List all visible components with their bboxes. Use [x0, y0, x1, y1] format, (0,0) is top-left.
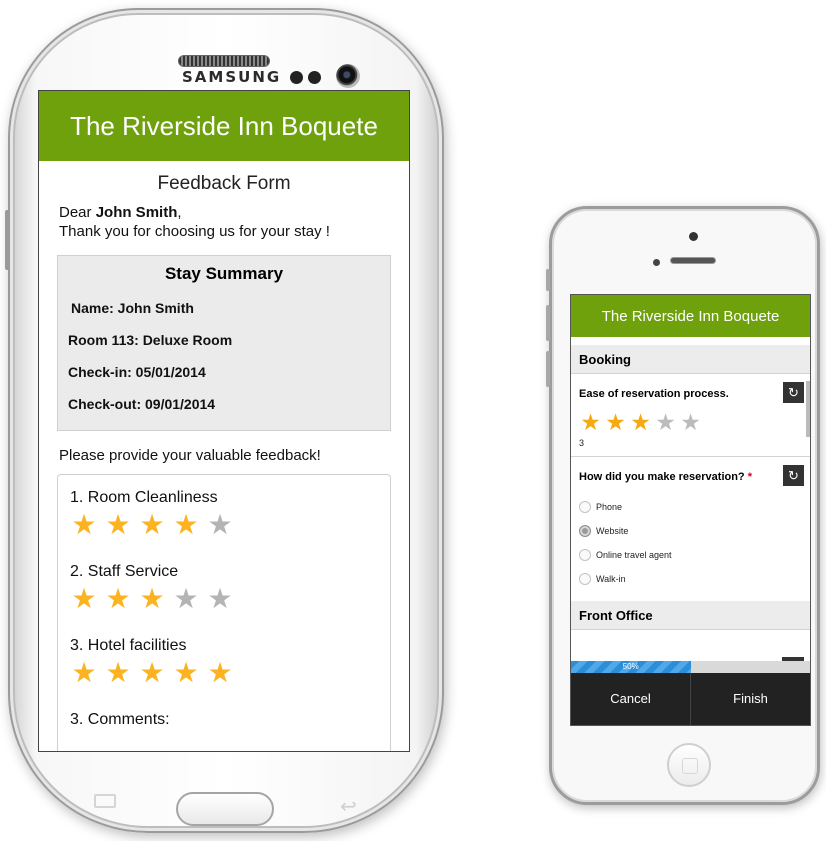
- question-hotel-facilities: 3. Hotel facilities: [70, 637, 187, 654]
- greeting: Dear John Smith, Thank you for choosing …: [59, 203, 409, 241]
- front-camera: [336, 64, 360, 88]
- star-rating[interactable]: ★ ★ ★ ★ ★: [579, 411, 802, 434]
- rating-value: 3: [579, 438, 585, 448]
- star-icon[interactable]: ★: [205, 585, 235, 613]
- question-room-cleanliness: 1. Room Cleanliness: [70, 489, 218, 506]
- radio-phone[interactable]: Phone: [579, 495, 802, 519]
- comments-label: 3. Comments:: [70, 711, 170, 728]
- question-title: How did you make reservation? *: [579, 457, 802, 483]
- samsung-logo: SAMSUNG: [182, 68, 282, 86]
- sensor-dot: [653, 259, 660, 266]
- star-icon[interactable]: ★: [69, 585, 99, 613]
- star-icon[interactable]: ★: [137, 659, 167, 687]
- star-icon[interactable]: ★: [205, 511, 235, 539]
- required-mark: *: [747, 471, 752, 483]
- volume-down-button: [546, 351, 550, 387]
- radio-circle-selected: [579, 525, 591, 537]
- home-button[interactable]: [667, 743, 711, 787]
- cancel-button[interactable]: Cancel: [571, 673, 691, 725]
- star-icon[interactable]: ★: [171, 585, 201, 613]
- earpiece-speaker: [670, 257, 716, 264]
- star-icon[interactable]: ★: [654, 411, 677, 434]
- star-icon[interactable]: ★: [69, 511, 99, 539]
- progress-fill: 50%: [571, 661, 691, 673]
- samsung-screen: The Riverside Inn Boquete Feedback Form …: [38, 90, 410, 752]
- summary-name: Name: John Smith: [71, 300, 194, 316]
- star-icon[interactable]: ★: [171, 659, 201, 687]
- sensor-dot: [290, 71, 303, 84]
- radio-website[interactable]: Website: [579, 519, 802, 543]
- app-title: The Riverside Inn Boquete: [601, 307, 780, 325]
- question-ease-of-reservation: Ease of reservation process. ↻ ★ ★ ★ ★ ★ 3: [571, 374, 810, 456]
- star-icon[interactable]: ★: [679, 411, 702, 434]
- question-title-text: How did you make reservation?: [579, 471, 745, 483]
- stay-summary: Stay Summary Name: John Smith Room 113: …: [57, 255, 391, 431]
- summary-checkout: Check-out: 09/01/2014: [68, 396, 216, 412]
- mute-switch: [546, 269, 550, 291]
- summary-checkin: Check-in: 05/01/2014: [68, 364, 206, 380]
- earpiece-speaker: [178, 55, 270, 67]
- star-icon[interactable]: ★: [103, 511, 133, 539]
- radio-label: Phone: [596, 502, 623, 512]
- greeting-prefix: Dear: [59, 204, 96, 221]
- front-camera: [689, 232, 698, 241]
- samsung-phone: SAMSUNG The Riverside Inn Boquete Feedba…: [5, 8, 444, 833]
- question-title: Ease of reservation process.: [579, 388, 729, 400]
- form-title: Feedback Form: [157, 173, 291, 194]
- radio-circle: [579, 501, 591, 513]
- greeting-suffix: ,: [177, 204, 182, 221]
- star-icon[interactable]: ★: [579, 411, 602, 434]
- radio-online-travel-agent[interactable]: Online travel agent: [579, 543, 802, 567]
- radio-label: Walk-in: [596, 574, 626, 584]
- star-icon[interactable]: ★: [137, 511, 167, 539]
- star-icon[interactable]: ★: [604, 411, 627, 434]
- guest-name: John Smith: [95, 204, 178, 221]
- app-title: The Riverside Inn Boquete: [70, 110, 378, 141]
- star-icon[interactable]: ★: [137, 585, 167, 613]
- radio-walk-in[interactable]: Walk-in: [579, 567, 802, 591]
- back-key-icon[interactable]: ↩: [340, 794, 357, 819]
- thank-you-text: Thank you for choosing us for your stay …: [59, 223, 330, 240]
- star-rating[interactable]: ★ ★ ★ ★ ★: [69, 511, 378, 539]
- volume-button: [5, 210, 10, 270]
- star-icon[interactable]: ★: [205, 659, 235, 687]
- progress-bar: 50%: [571, 657, 810, 673]
- ratings-box: 1. Room Cleanliness ★ ★ ★ ★ ★ 2. Staff Servi…: [57, 474, 391, 751]
- iphone-screen: The Riverside Inn Boquete Booking Ease o…: [570, 294, 811, 726]
- radio-group: Phone Website Online travel agent Walk-i…: [579, 495, 802, 601]
- radio-label: Online travel agent: [596, 550, 672, 560]
- star-icon[interactable]: ★: [171, 511, 201, 539]
- home-button[interactable]: [176, 792, 274, 826]
- iphone: The Riverside Inn Boquete Booking Ease o…: [546, 206, 820, 805]
- menu-key[interactable]: [94, 794, 116, 808]
- radio-label: Website: [596, 526, 629, 536]
- summary-room: Room 113: Deluxe Room: [68, 332, 233, 348]
- star-icon[interactable]: ★: [629, 411, 652, 434]
- refresh-icon[interactable]: ↻: [783, 465, 804, 486]
- radio-circle: [579, 573, 591, 585]
- volume-up-button: [546, 305, 550, 341]
- section-front-office: Front Office: [571, 601, 810, 630]
- scrollbar[interactable]: [806, 381, 810, 437]
- question-staff-service: 2. Staff Service: [70, 563, 179, 580]
- app-header: The Riverside Inn Boquete: [571, 295, 810, 337]
- feedback-prompt: Please provide your valuable feedback!: [59, 447, 321, 464]
- radio-circle: [579, 549, 591, 561]
- section-booking: Booking: [571, 345, 810, 374]
- stay-summary-title: Stay Summary: [164, 264, 284, 283]
- star-icon[interactable]: ★: [69, 659, 99, 687]
- star-icon[interactable]: ★: [103, 659, 133, 687]
- star-rating[interactable]: ★ ★ ★ ★ ★: [69, 585, 378, 613]
- app-header: The Riverside Inn Boquete: [39, 91, 409, 161]
- star-icon[interactable]: ★: [103, 585, 133, 613]
- footer-bar: Cancel Finish: [571, 673, 810, 725]
- finish-button[interactable]: Finish: [691, 673, 810, 725]
- refresh-icon[interactable]: ↻: [783, 382, 804, 403]
- sensor-dot: [308, 71, 321, 84]
- progress-tab: [782, 657, 804, 661]
- question-reservation-method: How did you make reservation? * ↻ Phone …: [571, 457, 810, 601]
- star-rating[interactable]: ★ ★ ★ ★ ★: [69, 659, 378, 687]
